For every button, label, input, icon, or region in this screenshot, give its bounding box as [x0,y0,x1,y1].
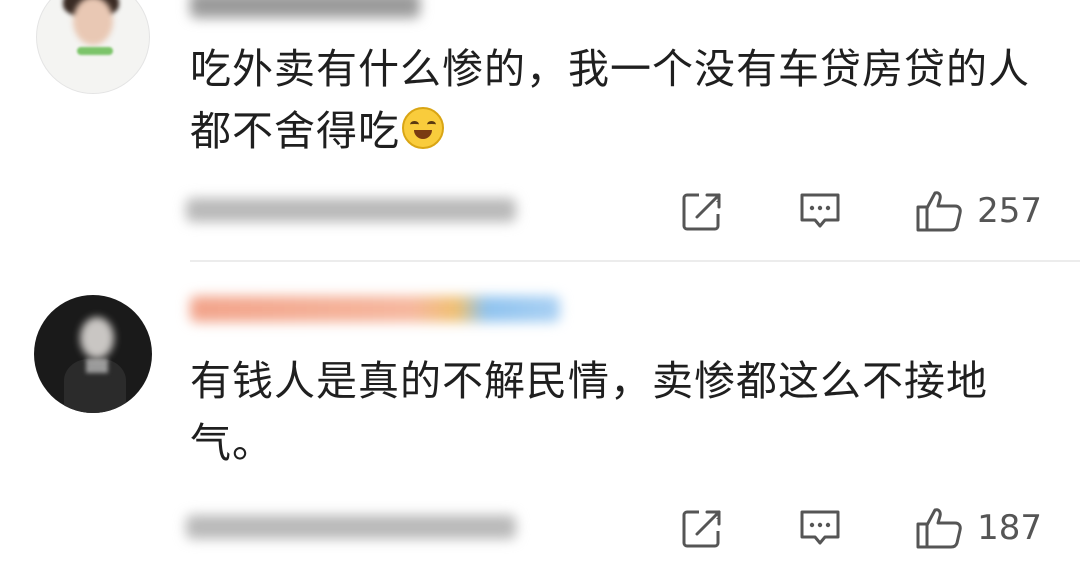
comment-actions: 257 [679,186,1042,236]
like-button[interactable]: 257 [915,189,1042,233]
comment-item: 吃外卖有什么惨的，我一个没有车贷房贷的人都不舍得吃 257 [0,0,1080,262]
comment-text: 吃外卖有什么惨的，我一个没有车贷房贷的人都不舍得吃 [190,45,1030,155]
like-count: 257 [977,191,1042,231]
comment-actions: 187 [679,503,1042,553]
avatar[interactable] [34,295,152,413]
avatar-collar [77,47,113,55]
comment-text: 有钱人是真的不解民情，卖惨都这么不接地气。 [190,357,988,467]
comment-item: 有钱人是真的不解民情，卖惨都这么不接地气。 187 [0,262,1080,571]
avatar-face-blurred [73,0,113,45]
reply-button[interactable] [797,507,843,549]
comment-meta-blurred [186,198,516,222]
reply-button[interactable] [797,190,843,232]
comment-icon [800,193,840,228]
thumbs-up-icon [916,508,962,549]
avatar-face-blurred [80,317,114,359]
username-blurred[interactable] [190,296,560,322]
like-count: 187 [977,508,1042,548]
share-button[interactable] [679,507,725,549]
share-edit-icon [682,508,722,548]
avatar[interactable] [36,0,150,94]
comment-meta-blurred [186,515,516,539]
username-blurred[interactable] [190,0,420,18]
share-button[interactable] [679,190,725,232]
like-button[interactable]: 187 [915,506,1042,550]
comment-icon [800,510,840,545]
avatar-collar [86,359,108,373]
crying-laughing-emoji-icon [402,107,444,149]
thumbs-up-icon [916,191,962,232]
share-edit-icon [682,191,722,231]
